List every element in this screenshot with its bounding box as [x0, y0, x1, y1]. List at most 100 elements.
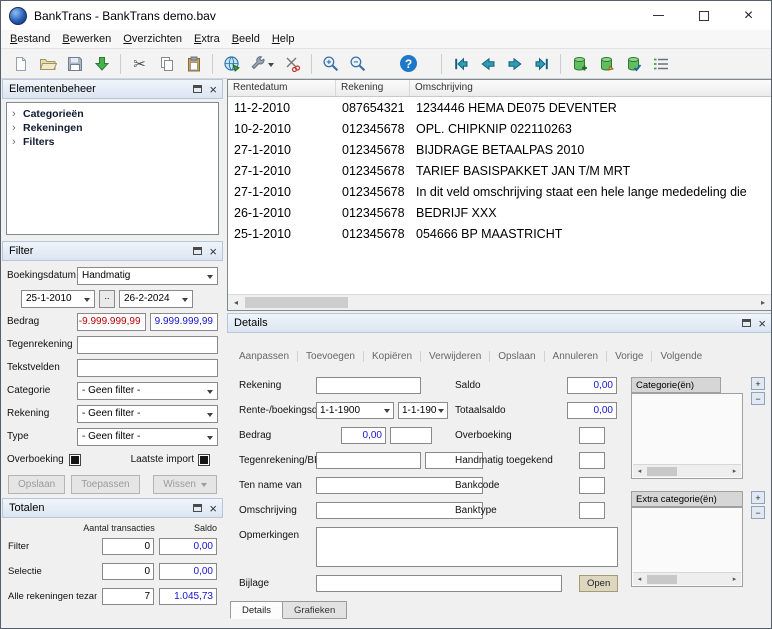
table-horizontal-scrollbar[interactable]: ◂ ▸	[228, 294, 771, 310]
table-row[interactable]: 27-1-2010012345678In dit veld omschrijvi…	[228, 181, 771, 202]
import-button[interactable]	[88, 51, 115, 76]
boekingsdatum-select[interactable]: Handmatig	[77, 267, 218, 285]
menu-item-help[interactable]: Help	[266, 32, 301, 46]
help-button[interactable]: ?	[395, 51, 422, 76]
remove-categorie-button[interactable]: −	[751, 392, 765, 405]
close-panel-icon[interactable]: ×	[209, 502, 217, 515]
open-button[interactable]	[34, 51, 61, 76]
close-panel-icon[interactable]: ×	[758, 317, 766, 330]
tools-button[interactable]	[245, 51, 279, 76]
minimize-button[interactable]	[636, 1, 681, 30]
cut-button[interactable]: ✂	[126, 51, 153, 76]
float-panel-icon[interactable]	[742, 319, 751, 327]
menu-item-bestand[interactable]: Bestand	[4, 32, 56, 46]
tree-item-categorieen[interactable]: ›Categorieën	[7, 107, 218, 121]
wissen-button[interactable]: Wissen	[153, 475, 217, 494]
handmatig-toegekend-input[interactable]	[579, 452, 605, 469]
banktype-input[interactable]	[579, 502, 605, 519]
overboeking-checkbox[interactable]	[69, 454, 81, 466]
menu-item-extra[interactable]: Extra	[188, 32, 226, 46]
tegenrekening-input[interactable]	[77, 336, 218, 354]
chevron-right-icon[interactable]: ›	[12, 108, 23, 120]
open-button[interactable]: Open	[579, 575, 618, 592]
categorie-list-scrollbar[interactable]: ◂ ▸	[633, 464, 741, 477]
maximize-button[interactable]	[681, 1, 726, 30]
column-header-rentedatum[interactable]: Rentedatum	[228, 80, 336, 96]
rentedatum-select[interactable]: 1-1-1900	[316, 402, 394, 419]
table-row[interactable]: 25-1-2010012345678054666 BP MAASTRICHT	[228, 223, 771, 244]
chevron-right-icon[interactable]: ›	[12, 136, 23, 148]
float-panel-icon[interactable]	[193, 504, 202, 512]
save-button[interactable]	[61, 51, 88, 76]
bedrag-min-input[interactable]: -9.999.999,99	[77, 313, 146, 331]
opmerkingen-textarea[interactable]	[316, 527, 618, 567]
scroll-right-icon[interactable]: ▸	[728, 465, 741, 477]
close-panel-icon[interactable]: ×	[209, 245, 217, 258]
kopieren-action[interactable]: Kopiëren	[364, 351, 421, 362]
bankcode-input[interactable]	[579, 477, 605, 494]
scrollbar-thumb[interactable]	[647, 467, 677, 476]
tegenrekening-input[interactable]	[316, 452, 421, 469]
scroll-left-icon[interactable]: ◂	[633, 573, 646, 585]
float-panel-icon[interactable]	[193, 85, 202, 93]
vorige-action[interactable]: Vorige	[607, 351, 652, 362]
zoom-in-button[interactable]	[317, 51, 344, 76]
paste-button[interactable]	[180, 51, 207, 76]
database-check-button[interactable]	[620, 51, 647, 76]
float-panel-icon[interactable]	[193, 247, 202, 255]
scroll-left-icon[interactable]: ◂	[228, 295, 244, 310]
bedrag-input[interactable]: 0,00	[341, 427, 386, 444]
menu-item-overzichten[interactable]: Overzichten	[117, 32, 188, 46]
volgende-action[interactable]: Volgende	[652, 351, 710, 362]
zoom-out-button[interactable]	[344, 51, 371, 76]
laatste-import-checkbox[interactable]	[198, 454, 210, 466]
scroll-right-icon[interactable]: ▸	[755, 295, 771, 310]
nav-next-button[interactable]	[501, 51, 528, 76]
opslaan-action[interactable]: Opslaan	[490, 351, 544, 362]
scroll-right-icon[interactable]: ▸	[728, 573, 741, 585]
list-options-button[interactable]	[647, 51, 674, 76]
nav-first-button[interactable]	[447, 51, 474, 76]
column-header-rekening[interactable]: Rekening	[336, 80, 410, 96]
menu-item-bewerken[interactable]: Bewerken	[56, 32, 117, 46]
verwijderen-action[interactable]: Verwijderen	[421, 351, 490, 362]
new-button[interactable]	[7, 51, 34, 76]
tekstvelden-input[interactable]	[77, 359, 218, 377]
chevron-right-icon[interactable]: ›	[12, 122, 23, 134]
opslaan-button[interactable]: Opslaan	[8, 475, 65, 494]
table-row[interactable]: 26-1-2010012345678BEDRIJF XXX	[228, 202, 771, 223]
add-extra-categorie-button[interactable]: +	[751, 491, 765, 504]
categorie-list[interactable]: ◂ ▸	[631, 393, 743, 479]
remove-extra-categorie-button[interactable]: −	[751, 506, 765, 519]
table-row[interactable]: 10-2-2010012345678OPL. CHIPKNIP 02211026…	[228, 118, 771, 139]
extra-categorie-list[interactable]: ◂ ▸	[631, 507, 743, 587]
rekening-input[interactable]	[316, 377, 421, 394]
table-row[interactable]: 11-2-20100876543211234446 HEMA DE075 DEV…	[228, 97, 771, 118]
categorie-select[interactable]: - Geen filter -	[77, 382, 218, 400]
date-browse-button[interactable]: ..	[99, 290, 115, 308]
nav-last-button[interactable]	[528, 51, 555, 76]
menu-item-beeld[interactable]: Beeld	[226, 32, 266, 46]
rekening-select[interactable]: - Geen filter -	[77, 405, 218, 423]
extra-categorie-list-scrollbar[interactable]: ◂ ▸	[633, 572, 741, 585]
bijlage-input[interactable]	[316, 575, 562, 592]
aanpassen-action[interactable]: Aanpassen	[231, 351, 298, 362]
annuleren-action[interactable]: Annuleren	[545, 351, 608, 362]
date-from-select[interactable]: 25-1-2010	[21, 290, 95, 308]
add-categorie-button[interactable]: +	[751, 377, 765, 390]
nav-previous-button[interactable]	[474, 51, 501, 76]
scrollbar-thumb[interactable]	[647, 575, 677, 584]
close-panel-icon[interactable]: ×	[209, 83, 217, 96]
scroll-left-icon[interactable]: ◂	[633, 465, 646, 477]
overboeking-input[interactable]	[579, 427, 605, 444]
tab-grafieken[interactable]: Grafieken	[283, 601, 347, 619]
table-row[interactable]: 27-1-2010012345678BIJDRAGE BETAALPAS 201…	[228, 139, 771, 160]
bedrag-extra-input[interactable]	[390, 427, 432, 444]
tree-item-filters[interactable]: ›Filters	[7, 135, 218, 149]
copy-button[interactable]	[153, 51, 180, 76]
table-row[interactable]: 27-1-2010012345678TARIEF BASISPAKKET JAN…	[228, 160, 771, 181]
tree-item-rekeningen[interactable]: ›Rekeningen	[7, 121, 218, 135]
database-add-button[interactable]	[566, 51, 593, 76]
tab-details[interactable]: Details	[230, 601, 283, 619]
date-to-select[interactable]: 26-2-2024	[119, 290, 193, 308]
